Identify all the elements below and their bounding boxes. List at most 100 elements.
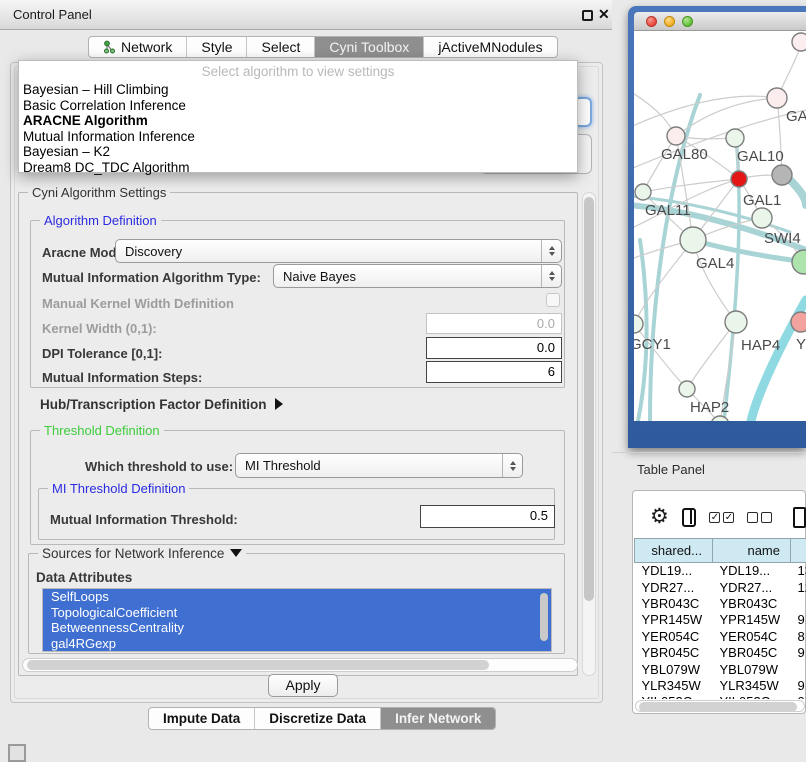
- attribute-list-item[interactable]: TopologicalCoefficient: [43, 605, 551, 621]
- dropdown-item[interactable]: Mutual Information Inference: [19, 129, 577, 145]
- table-row[interactable]: YLR345WYLR345W9.: [635, 677, 806, 693]
- select-all-checkboxes-icon[interactable]: ✓✓: [709, 512, 734, 523]
- column-visibility-icon[interactable]: [682, 508, 697, 527]
- network-edge[interactable]: [643, 179, 739, 192]
- data-attributes-list[interactable]: SelfLoopsTopologicalCoefficientBetweenne…: [42, 588, 552, 652]
- network-node-gal10[interactable]: [726, 129, 744, 147]
- table-row[interactable]: YIL052CYIL052C0: [635, 694, 806, 699]
- network-node-hap4[interactable]: [725, 311, 747, 333]
- network-node-label: GAL11: [645, 202, 691, 219]
- mi-type-label: Mutual Information Algorithm Type:: [42, 270, 261, 285]
- dpi-tolerance-field[interactable]: 0.0: [426, 337, 562, 359]
- table-cell: YDR27...: [713, 579, 791, 595]
- network-node-swi4[interactable]: [752, 208, 772, 228]
- mi-type-select[interactable]: Naive Bayes: [273, 264, 562, 288]
- network-node-gal11[interactable]: [635, 184, 651, 200]
- table-row[interactable]: YPR145WYPR145W9.: [635, 612, 806, 628]
- attribute-list-item[interactable]: gal4RGexp: [43, 636, 551, 652]
- float-panel-icon[interactable]: [582, 10, 593, 21]
- mi-steps-field[interactable]: 6: [426, 361, 562, 383]
- window-close-icon[interactable]: [646, 16, 657, 27]
- attribute-list-scrollbar[interactable]: [540, 593, 548, 641]
- aracne-mode-select[interactable]: Discovery: [115, 239, 562, 263]
- which-threshold-label: Which threshold to use:: [85, 459, 233, 474]
- table-row[interactable]: YDL19...YDL19...13: [635, 563, 806, 579]
- tab-impute-data[interactable]: Impute Data: [149, 708, 255, 729]
- deselect-all-checkboxes-icon[interactable]: [747, 512, 772, 523]
- close-panel-icon[interactable]: ✕: [598, 6, 610, 23]
- which-threshold-select[interactable]: MI Threshold: [235, 453, 523, 478]
- dropdown-item[interactable]: Basic Correlation Inference: [19, 98, 577, 114]
- hub-definition-expander[interactable]: Hub/Transcription Factor Definition: [40, 397, 283, 412]
- attribute-list-item[interactable]: SelfLoops: [43, 589, 551, 605]
- table-rows-clip: shared...nameA YDL19...YDL19...13YDR27..…: [634, 538, 806, 699]
- table-cell: 9.: [791, 677, 806, 693]
- data-attributes-label: Data Attributes: [36, 570, 132, 585]
- table-row[interactable]: YDR27...YDR27...12: [635, 579, 806, 595]
- table-row[interactable]: YBL079WYBL079W: [635, 661, 806, 677]
- tab-network[interactable]: Network: [89, 37, 187, 57]
- table-row[interactable]: YBR043CYBR043C: [635, 595, 806, 611]
- network-window-titlebar[interactable]: [634, 12, 806, 31]
- mi-threshold-field[interactable]: 0.5: [420, 505, 555, 528]
- table-row[interactable]: YBR045CYBR045C9.: [635, 644, 806, 660]
- network-node[interactable]: [792, 250, 806, 274]
- tab-label: Select: [261, 39, 300, 55]
- tab-jactivemnodules[interactable]: jActiveMNodules: [424, 37, 556, 57]
- tab-label: Discretize Data: [269, 711, 366, 726]
- network-node-y[interactable]: [791, 312, 806, 332]
- table-cell: 8.: [791, 628, 806, 644]
- network-edge[interactable]: [634, 324, 687, 389]
- network-node-gal1[interactable]: [731, 171, 747, 187]
- network-node-gcy1[interactable]: [634, 315, 643, 333]
- window-minimize-icon[interactable]: [664, 16, 675, 27]
- table-cell: YER054C: [713, 628, 791, 644]
- mi-threshold-group-title: MI Threshold Definition: [48, 481, 189, 496]
- network-node-gal4[interactable]: [680, 227, 706, 253]
- network-edge[interactable]: [693, 240, 736, 322]
- sources-title-text: Sources for Network Inference: [42, 546, 224, 561]
- network-node-hap2[interactable]: [679, 381, 695, 397]
- tab-label: jActiveMNodules: [438, 39, 542, 55]
- tab-select[interactable]: Select: [247, 37, 315, 57]
- window-zoom-icon[interactable]: [682, 16, 693, 27]
- attribute-list-item[interactable]: BetweennessCentrality: [43, 620, 551, 636]
- algorithm-definition-title: Algorithm Definition: [40, 213, 161, 228]
- network-node-label: GAL1: [743, 192, 781, 209]
- network-node-gal8[interactable]: [767, 88, 787, 108]
- table-column-header[interactable]: A: [791, 539, 806, 563]
- table-column-header[interactable]: shared...: [635, 539, 713, 563]
- spinner-arrows-icon: [541, 265, 561, 287]
- dropdown-item[interactable]: Dream8 DC_TDC Algorithm: [19, 160, 577, 176]
- dropdown-item[interactable]: Bayesian – K2: [19, 144, 577, 160]
- tab-discretize-data[interactable]: Discretize Data: [255, 708, 381, 729]
- table-row[interactable]: YER054CYER054C8.: [635, 628, 806, 644]
- network-edge[interactable]: [643, 136, 676, 192]
- table-settings-gear-icon[interactable]: ⚙: [650, 507, 669, 527]
- tab-infer-network[interactable]: Infer Network: [381, 708, 495, 729]
- export-table-file-icon[interactable]: [793, 507, 806, 528]
- network-node-gal80[interactable]: [667, 127, 685, 145]
- table-column-header[interactable]: name: [713, 539, 791, 563]
- network-node[interactable]: [772, 165, 792, 185]
- sources-group-title[interactable]: Sources for Network Inference: [38, 546, 246, 561]
- node-attribute-table[interactable]: shared...nameA YDL19...YDL19...13YDR27..…: [634, 538, 806, 699]
- network-canvas[interactable]: GAL8GAL80GAL10GAL1GAL11SWI4GAL4GCY1HAP4Y…: [634, 31, 806, 421]
- network-node-label: GAL4: [696, 255, 734, 272]
- dropdown-item[interactable]: Bayesian – Hill Climbing: [19, 82, 577, 98]
- tab-cyni-toolbox[interactable]: Cyni Toolbox: [315, 37, 424, 57]
- settings-vertical-scrollbar[interactable]: [582, 192, 596, 676]
- settings-horizontal-scrollbar[interactable]: [22, 658, 578, 672]
- network-node[interactable]: [792, 33, 806, 51]
- manual-kernel-checkbox[interactable]: [546, 293, 560, 307]
- tab-style[interactable]: Style: [187, 37, 247, 57]
- kernel-width-field[interactable]: 0.0: [426, 313, 562, 334]
- table-cell: YBR045C: [635, 644, 713, 660]
- dropdown-item[interactable]: ARACNE Algorithm: [19, 113, 577, 129]
- table-horizontal-scrollbar[interactable]: [635, 700, 805, 712]
- apply-button[interactable]: Apply: [268, 674, 338, 697]
- tab-label: Impute Data: [163, 711, 240, 726]
- minimized-panel-icon[interactable]: [8, 744, 26, 762]
- network-edge[interactable]: [790, 180, 806, 205]
- network-node-label: GAL8: [786, 108, 806, 125]
